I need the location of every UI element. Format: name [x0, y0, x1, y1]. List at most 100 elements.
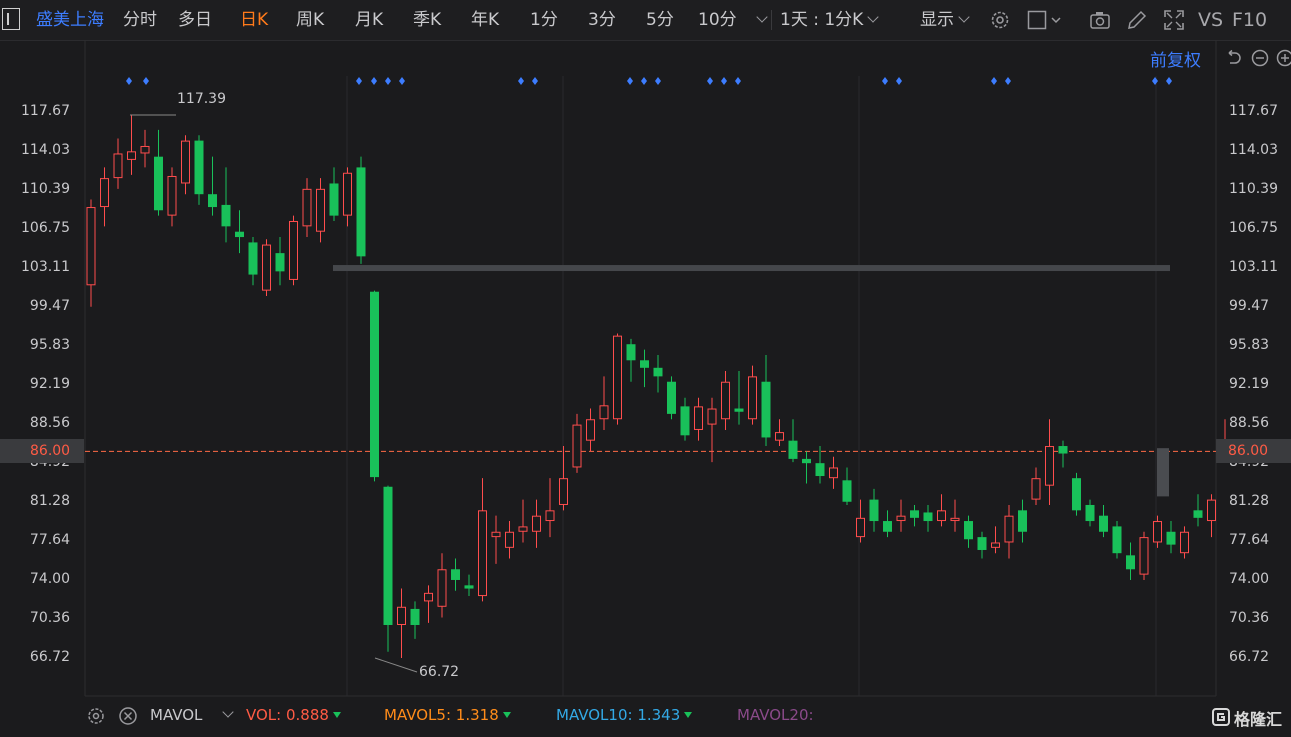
- candle-body-up: [316, 188, 325, 232]
- price-tick-left: 95.83: [29, 337, 70, 354]
- candle-body-up: [1153, 521, 1162, 543]
- interval-select-value: 1天 : 1分K: [780, 10, 864, 30]
- candle-body-up: [262, 244, 271, 291]
- candle-body-up: [1139, 537, 1149, 575]
- price-tick-right: 117.67: [1229, 103, 1278, 119]
- price-tick-left: 117.67: [21, 103, 70, 119]
- tab-period-8[interactable]: 3分: [588, 0, 616, 40]
- event-marker-icon: [399, 77, 405, 85]
- candle-body-down: [451, 569, 460, 580]
- price-tick-left: 99.47: [29, 298, 70, 315]
- layout-select-icon[interactable]: [1027, 9, 1063, 31]
- stock-name[interactable]: 盛美上海: [36, 0, 104, 40]
- close-icon[interactable]: [118, 706, 138, 726]
- settings-icon[interactable]: [86, 706, 106, 726]
- candle-body-down: [383, 486, 393, 625]
- candle-body-down: [910, 510, 919, 518]
- candle-body-up: [505, 531, 514, 548]
- current-price-tag-left: 86.00: [0, 439, 84, 463]
- price-tick-left: 77.64: [29, 531, 70, 548]
- tab-period-2[interactable]: 日K: [240, 0, 268, 40]
- tab-period-4[interactable]: 月K: [355, 0, 383, 40]
- price-tick-left: 74.00: [29, 570, 70, 587]
- candle-body-down: [815, 463, 825, 477]
- gear-icon[interactable]: [989, 9, 1011, 31]
- price-tick-right: 99.47: [1229, 298, 1270, 315]
- tab-period-5[interactable]: 季K: [413, 0, 441, 40]
- candle-body-up: [113, 153, 123, 179]
- candle-body-up: [559, 478, 568, 505]
- price-tick-right: 103.11: [1229, 259, 1278, 276]
- candle-body-down: [653, 367, 663, 377]
- event-marker-icon: [896, 77, 902, 85]
- price-tick-left: 103.11: [21, 259, 70, 276]
- low-leader-line: [374, 657, 418, 673]
- tab-period-6[interactable]: 年K: [471, 0, 499, 40]
- tab-period-10[interactable]: 10分: [698, 0, 737, 40]
- price-tick-right: 95.83: [1229, 337, 1270, 354]
- display-menu[interactable]: 显示: [920, 0, 970, 40]
- candle-body-up: [1180, 531, 1189, 554]
- candle-body-up: [127, 151, 136, 160]
- brand-name: 格隆汇: [1234, 710, 1283, 729]
- candle-body-up: [856, 517, 865, 538]
- candle-body-up: [1031, 478, 1041, 500]
- candle-body-down: [802, 458, 811, 464]
- more-periods-dropdown[interactable]: [752, 0, 768, 40]
- event-marker-icon: [385, 77, 391, 85]
- candle-body-down: [356, 167, 366, 257]
- interval-select[interactable]: 1天 : 1分K: [780, 0, 879, 40]
- vs-button[interactable]: VS: [1198, 0, 1223, 40]
- candle-body-up: [1004, 515, 1014, 543]
- candle-body-up: [572, 424, 582, 468]
- candle-body-down: [1112, 526, 1122, 554]
- event-marker-icon: [356, 77, 362, 85]
- mavol10-label: MAVOL10:: [556, 706, 633, 724]
- candle-body-up: [1207, 499, 1216, 522]
- candle-body-down: [1085, 504, 1095, 522]
- candle-body-down: [964, 521, 973, 540]
- pencil-icon[interactable]: [1126, 9, 1148, 31]
- candle-body-up: [1045, 446, 1054, 486]
- candle-body-up: [586, 419, 595, 441]
- price-tick-left: 110.39: [21, 181, 70, 197]
- camera-icon[interactable]: [1089, 9, 1111, 31]
- price-tick-right: 92.19: [1229, 376, 1270, 393]
- high-price-label: 117.39: [177, 91, 226, 107]
- mavol10-value: 1.343: [637, 706, 681, 724]
- mavol10-readout: MAVOL10: 1.343: [556, 706, 693, 724]
- candle-body-down: [640, 360, 649, 368]
- candle-body-up: [950, 517, 960, 522]
- price-tick-right: 66.72: [1229, 649, 1270, 665]
- candle-body-down: [883, 521, 892, 532]
- candle-body-up: [829, 467, 838, 479]
- tab-period-7[interactable]: 1分: [530, 0, 558, 40]
- candle-body-down: [370, 291, 379, 478]
- candlestick-chart[interactable]: [0, 40, 1291, 700]
- indicator-bar: MAVOL VOL: 0.888 MAVOL5: 1.318 MAVOL10: …: [0, 700, 1291, 737]
- candle-body-down: [235, 231, 244, 238]
- candle-body-down: [626, 344, 636, 361]
- candle-body-down: [1018, 510, 1027, 532]
- candle-body-down: [221, 204, 231, 227]
- tab-period-1[interactable]: 多日: [178, 0, 212, 40]
- tab-period-0[interactable]: 分时: [123, 0, 157, 40]
- tab-period-3[interactable]: 周K: [296, 0, 324, 40]
- tab-period-9[interactable]: 5分: [646, 0, 674, 40]
- candle-body-down: [410, 608, 420, 625]
- candle-body-up: [694, 406, 703, 430]
- f10-button[interactable]: F10: [1232, 0, 1267, 40]
- sidebar-toggle-icon[interactable]: [2, 8, 20, 30]
- price-tick-right: 114.03: [1229, 142, 1278, 158]
- event-marker-icon: [707, 77, 713, 85]
- fullscreen-icon[interactable]: [1163, 9, 1185, 31]
- candle-body-up: [100, 178, 109, 208]
- event-marker-icon: [518, 77, 524, 85]
- candle-body-up: [181, 140, 190, 184]
- indicator-select[interactable]: MAVOL: [150, 706, 235, 724]
- divider: [771, 10, 772, 30]
- price-tick-left: 66.72: [29, 649, 70, 665]
- candle-body-down: [329, 183, 339, 216]
- candle-body-up: [140, 145, 150, 154]
- candle-body-down: [194, 140, 204, 195]
